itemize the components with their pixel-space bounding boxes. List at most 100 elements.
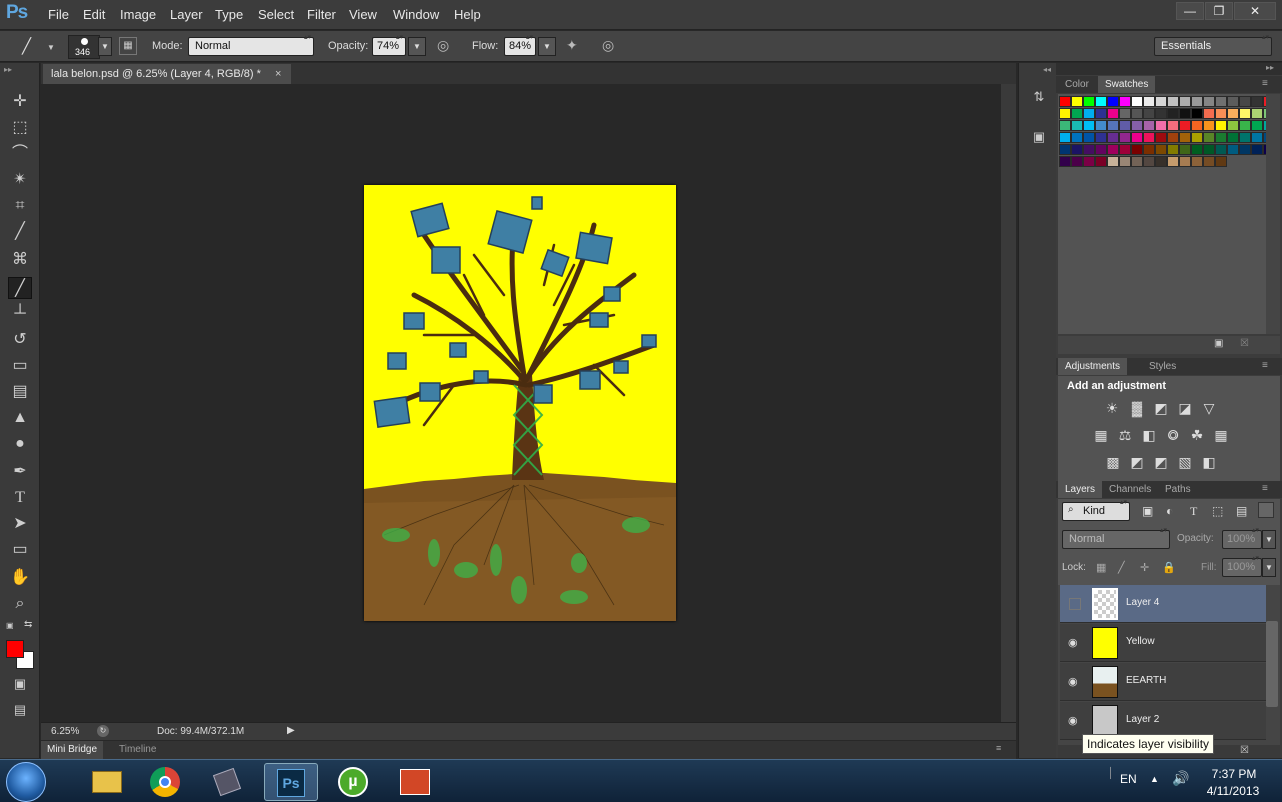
history-panel-icon[interactable]: ⇅ <box>1029 89 1049 109</box>
color-swatch[interactable] <box>1179 120 1191 131</box>
eye-icon[interactable]: ◉ <box>1068 714 1082 728</box>
color-swatch[interactable] <box>1119 120 1131 131</box>
lock-pixels-icon[interactable]: ╱ <box>1118 561 1125 574</box>
clock-time[interactable]: 7:37 PM <box>1206 767 1262 781</box>
color-swatch[interactable] <box>1095 120 1107 131</box>
color-swatch[interactable] <box>1095 108 1107 119</box>
color-swatch[interactable] <box>1203 156 1215 167</box>
tab-adjustments[interactable]: Adjustments <box>1058 358 1128 375</box>
delete-swatch-icon[interactable]: ☒ <box>1240 338 1249 349</box>
color-swatch[interactable] <box>1071 132 1083 143</box>
brightness-icon[interactable]: ☀ <box>1103 400 1121 416</box>
color-swatch[interactable] <box>1167 132 1179 143</box>
color-swatch[interactable] <box>1119 108 1131 119</box>
color-swatch[interactable] <box>1203 120 1215 131</box>
color-swatch[interactable] <box>1191 120 1203 131</box>
close-button[interactable]: ✕ <box>1234 2 1276 20</box>
marquee-tool-icon[interactable]: ⬚ <box>8 117 32 139</box>
pressure-opacity-icon[interactable]: ◎ <box>437 37 457 55</box>
color-swatch[interactable] <box>1107 120 1119 131</box>
color-swatch[interactable] <box>1203 108 1215 119</box>
color-swatch[interactable] <box>1095 132 1107 143</box>
exposure-icon[interactable]: ◪ <box>1176 400 1194 416</box>
foreground-color-swatch[interactable] <box>6 640 24 658</box>
color-swatch[interactable] <box>1251 96 1263 107</box>
color-swatch[interactable] <box>1143 120 1155 131</box>
color-swatch[interactable] <box>1083 108 1095 119</box>
color-swatch[interactable] <box>1251 144 1263 155</box>
layer-row-eearth[interactable]: ◉ EEARTH <box>1060 663 1266 701</box>
collapse-tools-icon[interactable]: ▸▸ <box>4 65 12 74</box>
screen-mode-icon[interactable]: ▤ <box>8 699 32 721</box>
vibrance-icon[interactable]: ▽ <box>1200 400 1218 416</box>
layer-name[interactable]: Yellow <box>1126 636 1155 647</box>
blur-tool-icon[interactable]: ▲ <box>8 407 32 429</box>
menu-window[interactable]: Window <box>393 7 439 22</box>
visibility-toggle-off[interactable] <box>1069 598 1081 610</box>
color-swatch[interactable] <box>1215 156 1227 167</box>
swatches-scrollbar[interactable] <box>1266 94 1280 334</box>
color-swatch[interactable] <box>1239 144 1251 155</box>
zoom-tool-icon[interactable]: ⌕ <box>8 593 32 615</box>
filter-smart-object-icon[interactable]: ▤ <box>1236 504 1247 518</box>
layers-scrollbar[interactable] <box>1266 621 1278 707</box>
color-swatch[interactable] <box>1167 96 1179 107</box>
layer-row-yellow[interactable]: ◉ Yellow <box>1060 624 1266 662</box>
pen-tool-icon[interactable]: ✒ <box>8 461 32 483</box>
show-hidden-icons-icon[interactable]: ▲ <box>1150 774 1159 784</box>
lock-transparency-icon[interactable]: ▦ <box>1096 561 1106 574</box>
bottom-panel-menu-icon[interactable]: ≡ <box>996 743 1001 753</box>
menu-file[interactable]: File <box>48 7 69 22</box>
volume-icon[interactable]: 🔊 <box>1172 770 1189 787</box>
brush-preset-picker[interactable]: 346 <box>68 35 100 59</box>
color-swatch[interactable] <box>1167 144 1179 155</box>
document-canvas[interactable] <box>364 185 676 621</box>
color-swatch[interactable] <box>1107 96 1119 107</box>
share-icon[interactable]: ↻ <box>97 725 109 737</box>
color-swatch[interactable] <box>1107 144 1119 155</box>
black-white-icon[interactable]: ◧ <box>1140 427 1158 443</box>
color-swatch[interactable] <box>1191 108 1203 119</box>
chrome-icon[interactable] <box>138 763 192 801</box>
photoshop-icon[interactable]: Ps <box>264 763 318 801</box>
color-swatch[interactable] <box>1203 144 1215 155</box>
filter-adjustment-icon[interactable]: ◐ <box>1166 504 1173 518</box>
tool-preset-arrow-icon[interactable]: ▼ <box>47 43 55 52</box>
color-swatch[interactable] <box>1095 144 1107 155</box>
color-swatch[interactable] <box>1059 144 1071 155</box>
rectangle-tool-icon[interactable]: ▭ <box>8 539 32 561</box>
layers-menu-icon[interactable]: ≡ <box>1262 483 1268 494</box>
color-swatch[interactable] <box>1119 96 1131 107</box>
eye-icon[interactable]: ◉ <box>1068 675 1082 689</box>
color-swatch[interactable] <box>1071 108 1083 119</box>
color-swatch[interactable] <box>1107 156 1119 167</box>
color-swatch[interactable] <box>1059 156 1071 167</box>
flow-slider-arrow-icon[interactable]: ▼ <box>538 37 556 56</box>
selective-color-icon[interactable]: ◧ <box>1200 454 1218 470</box>
mode-select[interactable]: Normal <box>188 35 314 56</box>
tab-channels[interactable]: Channels <box>1102 481 1158 498</box>
media-icon[interactable] <box>200 763 254 801</box>
color-swatch[interactable] <box>1071 96 1083 107</box>
color-swatch[interactable] <box>1095 96 1107 107</box>
hand-tool-icon[interactable]: ✋ <box>8 567 32 589</box>
expand-dock-icon[interactable]: ◂◂ <box>1043 65 1051 74</box>
airbrush-icon[interactable]: ✦ <box>566 37 586 55</box>
menu-layer[interactable]: Layer <box>170 7 203 22</box>
invert-icon[interactable]: ▩ <box>1104 454 1122 470</box>
blend-mode-select[interactable]: Normal <box>1062 528 1170 549</box>
start-orb[interactable] <box>6 762 46 802</box>
tab-swatches[interactable]: Swatches <box>1098 76 1156 93</box>
utorrent-icon[interactable]: µ <box>326 763 380 801</box>
channel-mixer-icon[interactable]: ☘ <box>1188 427 1206 443</box>
close-tab-icon[interactable]: × <box>275 64 281 84</box>
color-swatch[interactable] <box>1083 120 1095 131</box>
color-swatch[interactable] <box>1167 156 1179 167</box>
brush-picker-arrow-icon[interactable]: ▼ <box>98 37 112 56</box>
color-balance-icon[interactable]: ⚖ <box>1116 427 1134 443</box>
zoom-level[interactable]: 6.25% <box>51 726 79 737</box>
color-swatch[interactable] <box>1143 156 1155 167</box>
tab-color[interactable]: Color <box>1058 76 1096 93</box>
filter-toggle[interactable] <box>1258 502 1274 518</box>
filter-shape-icon[interactable]: ⬚ <box>1212 504 1223 518</box>
